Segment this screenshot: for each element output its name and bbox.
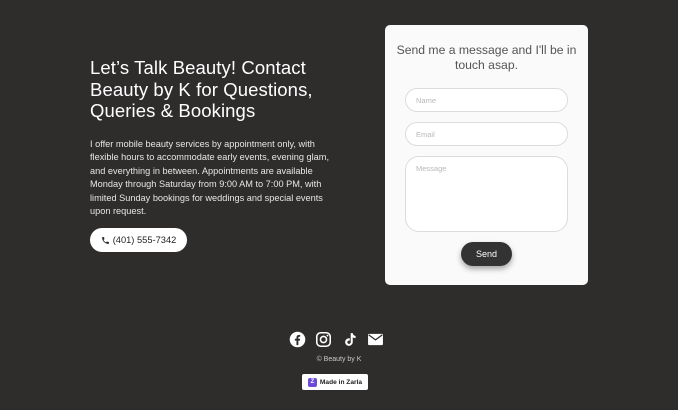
instagram-icon[interactable] xyxy=(315,331,332,348)
contact-section: Let’s Talk Beauty! Contact Beauty by K f… xyxy=(90,57,330,252)
zarla-logo-icon: Z xyxy=(307,377,317,387)
mail-icon[interactable] xyxy=(367,331,384,348)
name-input[interactable] xyxy=(405,88,568,112)
phone-button[interactable]: (401) 555-7342 xyxy=(90,228,187,252)
copyright-text: © Beauty by K xyxy=(316,356,362,363)
made-in-zarla-badge[interactable]: Z Made in Zarla xyxy=(302,374,368,390)
intro-text: I offer mobile beauty services by appoin… xyxy=(90,138,330,217)
page-title: Let’s Talk Beauty! Contact Beauty by K f… xyxy=(90,57,313,121)
badge-label: Made in Zarla xyxy=(319,378,363,386)
social-links xyxy=(289,331,384,348)
form-title: Send me a message and I'll be in touch a… xyxy=(396,43,577,72)
send-button[interactable]: Send xyxy=(461,242,512,266)
message-input[interactable] xyxy=(405,156,568,232)
tiktok-icon[interactable] xyxy=(341,331,358,348)
email-input[interactable] xyxy=(405,122,568,146)
phone-label: (401) 555-7342 xyxy=(112,235,177,245)
contact-form-card: Send me a message and I'll be in touch a… xyxy=(385,25,588,285)
facebook-icon[interactable] xyxy=(289,331,306,348)
phone-icon xyxy=(101,236,109,244)
